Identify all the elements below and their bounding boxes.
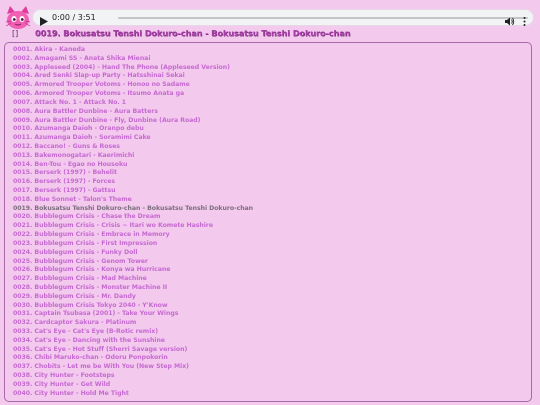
- track-item[interactable]: 0036. Chibi Maruko-chan - Odoru Ponpokor…: [13, 354, 531, 363]
- track-item[interactable]: 0027. Bubblegum Crisis - Mad Machine: [13, 275, 531, 284]
- track-item[interactable]: 0001. Akira - Kaneda: [13, 46, 531, 55]
- track-item[interactable]: 0040. City Hunter - Hold Me Tight: [13, 390, 531, 399]
- track-item[interactable]: 0039. City Hunter - Get Wild: [13, 381, 531, 390]
- track-item[interactable]: 0038. City Hunter - Footsteps: [13, 372, 531, 381]
- track-item[interactable]: 0006. Armored Trooper Votoms - Itsumo An…: [13, 90, 531, 99]
- track-item[interactable]: 0018. Blue Sonnet - Talon's Theme: [13, 196, 531, 205]
- track-item[interactable]: 0008. Aura Battler Dunbine - Aura Batter…: [13, 108, 531, 117]
- progress-bar[interactable]: [118, 17, 528, 19]
- track-item[interactable]: 0003. Appleseed (2004) - Hand The Phone …: [13, 64, 531, 73]
- track-item[interactable]: 0025. Bubblegum Crisis - Genom Tower: [13, 258, 531, 267]
- track-item[interactable]: 0037. Chobits - Let me be With You (New …: [13, 363, 531, 372]
- track-item-active[interactable]: 0019. Bokusatsu Tenshi Dokuro-chan - Bok…: [13, 205, 531, 214]
- track-item[interactable]: 0031. Captain Tsubasa (2001) - Take Your…: [13, 310, 531, 319]
- track-item[interactable]: 0021. Bubblegum Crisis - Crisis ~ Itari …: [13, 222, 531, 231]
- time-display: 0:00 / 3:51: [52, 13, 96, 22]
- track-item[interactable]: 0014. Ben-Tou - Egao no Housoku: [13, 161, 531, 170]
- track-item[interactable]: 0035. Cat's Eye - Hot Stuff (Sherri Sava…: [13, 346, 531, 355]
- track-item[interactable]: 0005. Armored Trooper Votoms - Honoo no …: [13, 81, 531, 90]
- now-playing-title: 0019. Bokusatsu Tenshi Dokuro-chan - Bok…: [35, 28, 351, 38]
- track-item[interactable]: 0011. Azumanga Daioh - Soramimi Cake: [13, 134, 531, 143]
- playlist-panel[interactable]: 0001. Akira - Kaneda 0002. Amagami SS - A…: [4, 42, 532, 402]
- volume-icon[interactable]: [504, 12, 515, 26]
- track-item[interactable]: 0016. Berserk (1997) - Forces: [13, 178, 531, 187]
- track-item[interactable]: 0024. Bubblegum Crisis - Funky Doll: [13, 249, 531, 258]
- track-item[interactable]: 0015. Berserk (1997) - Behelit: [13, 169, 531, 178]
- track-item[interactable]: 0010. Azumanga Daioh - Oranpo debu: [13, 125, 531, 134]
- track-item[interactable]: 0033. Cat's Eye - Cat's Eye (B-Rotic rem…: [13, 328, 531, 337]
- track-item[interactable]: 0002. Amagami SS - Anata Shika Mienai: [13, 55, 531, 64]
- track-item[interactable]: 0023. Bubblegum Crisis - First Impressio…: [13, 240, 531, 249]
- track-item[interactable]: 0034. Cat's Eye - Dancing with the Sunsh…: [13, 337, 531, 346]
- track-item[interactable]: 0029. Bubblegum Crisis - Mr. Dandy: [13, 293, 531, 302]
- track-item[interactable]: 0007. Attack No. 1 - Attack No. 1: [13, 99, 531, 108]
- track-list: 0001. Akira - Kaneda 0002. Amagami SS - A…: [5, 43, 531, 399]
- track-item[interactable]: 0030. Bubblegum Crisis Tokyo 2040 - Y'Kn…: [13, 302, 531, 311]
- track-item[interactable]: 0004. Ared Senki Slap-up Party - Hatsshi…: [13, 72, 531, 81]
- track-item[interactable]: 0017. Berserk (1997) - Gattsu: [13, 187, 531, 196]
- now-playing-bar: [] 0019. Bokusatsu Tenshi Dokuro-chan - …: [0, 27, 540, 41]
- shuffle-toggle[interactable]: []: [12, 29, 18, 39]
- track-item[interactable]: 0022. Bubblegum Crisis - Embrace in Memo…: [13, 231, 531, 240]
- more-options-icon[interactable]: [520, 12, 529, 26]
- track-item[interactable]: 0032. Cardcaptor Sakura - Platinum: [13, 319, 531, 328]
- track-item[interactable]: 0013. Bakemonogatari - Kaerimichi: [13, 152, 531, 161]
- track-item[interactable]: 0009. Aura Battler Dunbine - Fly, Dunbin…: [13, 117, 531, 126]
- track-item[interactable]: 0020. Bubblegum Crisis - Chase the Dream: [13, 213, 531, 222]
- audio-player[interactable]: 0:00 / 3:51: [32, 9, 534, 26]
- track-item[interactable]: 0028. Bubblegum Crisis - Monster Machine…: [13, 284, 531, 293]
- track-item[interactable]: 0026. Bubblegum Crisis - Konya wa Hurric…: [13, 266, 531, 275]
- track-item[interactable]: 0012. Baccano! - Guns & Roses: [13, 143, 531, 152]
- play-icon[interactable]: [38, 12, 49, 26]
